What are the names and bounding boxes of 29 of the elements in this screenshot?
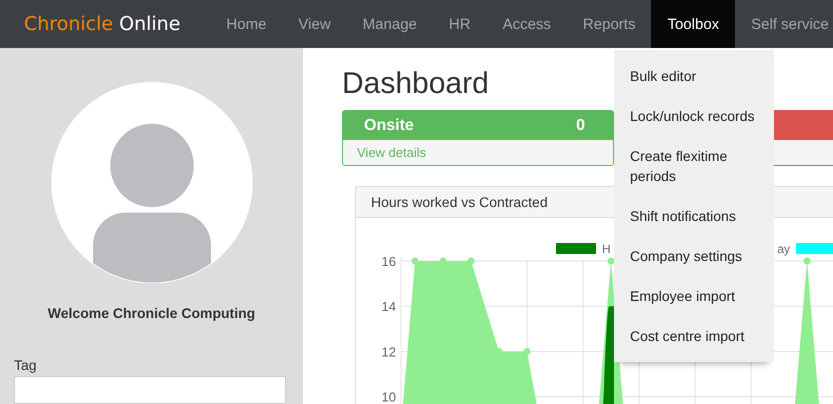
nav-item[interactable]: View: [282, 0, 347, 48]
nav-item[interactable]: Toolbox: [651, 0, 736, 48]
menu-item[interactable]: Cost centre import: [614, 316, 774, 356]
nav-item[interactable]: Home: [210, 0, 282, 48]
menu-item[interactable]: Company settings: [614, 236, 774, 276]
legend-swatch: [556, 243, 596, 254]
brand-logo[interactable]: Chronicle Online: [24, 13, 180, 35]
nav-item[interactable]: Self service: [735, 0, 833, 48]
tag-label: Tag: [14, 357, 37, 374]
menu-item[interactable]: Lock/unlock records: [614, 96, 774, 136]
panel-title: Onsite: [364, 116, 414, 134]
menu-item[interactable]: Bulk editor: [614, 56, 774, 96]
legend-label: ay: [777, 242, 790, 256]
nav-item[interactable]: Manage: [346, 0, 433, 48]
nav-item[interactable]: HR: [432, 0, 487, 48]
page-title: Dashboard: [342, 66, 489, 102]
axis-label: 12: [382, 344, 396, 360]
menu-item[interactable]: Employee import: [614, 276, 774, 316]
legend-label: H: [602, 242, 611, 256]
avatar-icon: [50, 82, 252, 284]
panel-count: 0: [576, 116, 585, 134]
axis-label: 16: [382, 254, 396, 269]
nav-item[interactable]: Access: [486, 0, 567, 48]
axis-label: 14: [382, 299, 396, 314]
axis-label: 10: [382, 390, 396, 404]
nav-item[interactable]: Reports: [566, 0, 652, 48]
welcome-text: Welcome Chronicle Computing: [48, 305, 256, 322]
tag-field[interactable]: [14, 376, 286, 404]
legend-swatch: [796, 243, 833, 254]
